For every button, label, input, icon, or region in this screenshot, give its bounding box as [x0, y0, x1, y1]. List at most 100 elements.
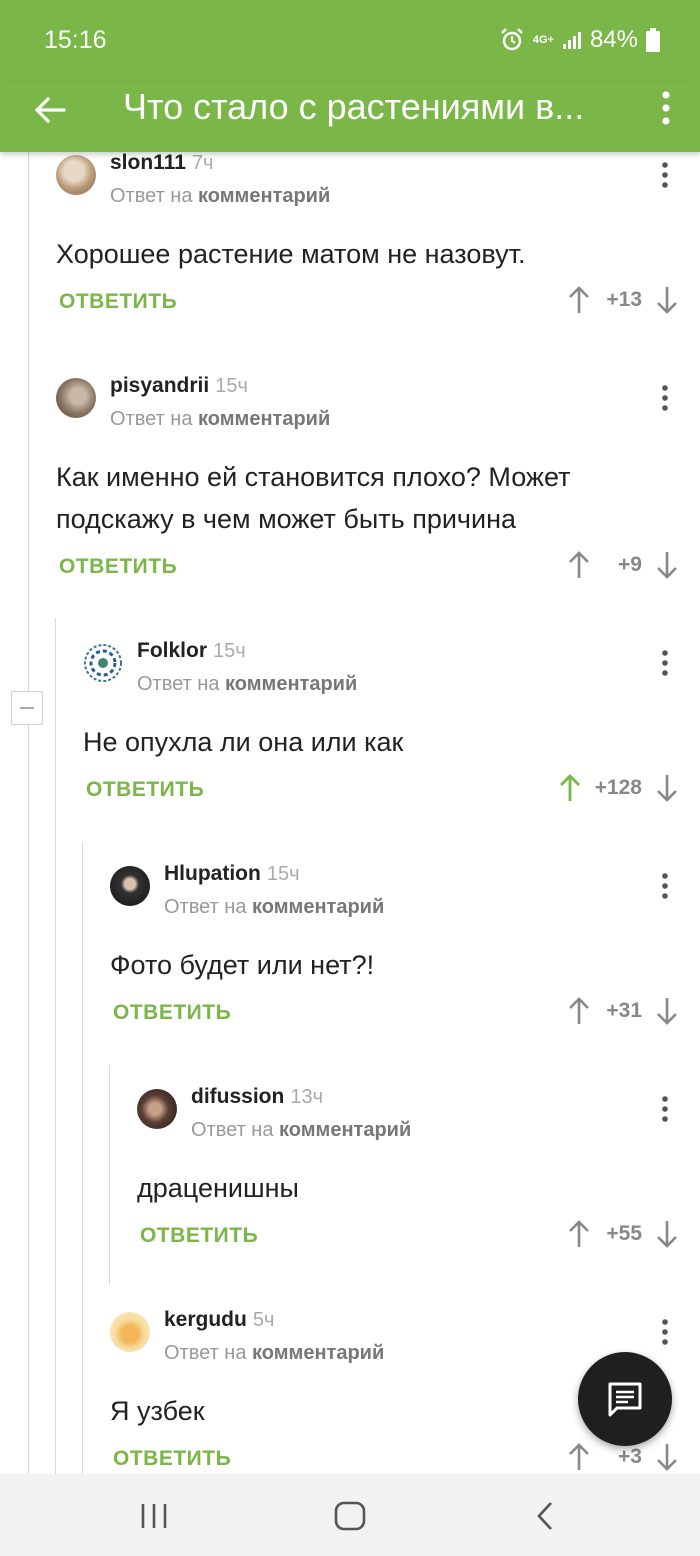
- comment-author[interactable]: slon111 7ч: [110, 151, 213, 175]
- recents-icon[interactable]: [136, 1498, 172, 1534]
- reply-to-link[interactable]: комментарий: [252, 1342, 384, 1364]
- vote-score: +13: [606, 288, 642, 311]
- comment-time: 15ч: [266, 863, 300, 885]
- battery-icon: [646, 28, 660, 52]
- vote-controls: +55: [568, 1219, 678, 1249]
- reply-button[interactable]: ОТВЕТИТЬ: [113, 1001, 231, 1025]
- vote-controls: +3: [568, 1442, 678, 1472]
- reply-to-link[interactable]: комментарий: [252, 896, 384, 918]
- upvote-arrow-icon[interactable]: [568, 285, 590, 315]
- upvote-arrow-icon[interactable]: [568, 550, 590, 580]
- comment-difussion: difussion 13ч Ответ на комментарий драцен…: [137, 1085, 700, 1259]
- thread-line-level4: [109, 1065, 110, 1285]
- vote-score: +9: [618, 553, 642, 576]
- vote-score: +31: [606, 999, 642, 1022]
- thread-line-level3: [82, 842, 83, 1474]
- status-icons: 4G+ 84%: [499, 26, 660, 54]
- comment-text: Я узбек: [110, 1396, 205, 1426]
- comment-menu-icon[interactable]: [660, 161, 670, 189]
- comment-text: Хорошее растение матом не назовут.: [56, 239, 526, 269]
- vote-score: +55: [606, 1222, 642, 1245]
- upvote-arrow-icon[interactable]: [559, 773, 581, 803]
- comment-author[interactable]: Hlupation 15ч: [164, 862, 300, 886]
- reply-button[interactable]: ОТВЕТИТЬ: [113, 1447, 231, 1471]
- comment-author[interactable]: difussion 13ч: [191, 1085, 323, 1109]
- avatar[interactable]: [137, 1089, 177, 1129]
- thread-line-level2: [55, 618, 56, 1474]
- reply-button[interactable]: ОТВЕТИТЬ: [86, 778, 204, 802]
- comment-text: драценишны: [137, 1173, 299, 1203]
- upvote-arrow-icon[interactable]: [568, 996, 590, 1026]
- battery-percent: 84%: [589, 26, 638, 53]
- comment-time: 15ч: [213, 640, 246, 662]
- upvote-arrow-icon[interactable]: [568, 1442, 590, 1472]
- downvote-arrow-icon[interactable]: [656, 1442, 678, 1472]
- comment-menu-icon[interactable]: [660, 872, 670, 900]
- more-vert-icon[interactable]: [660, 90, 672, 126]
- reply-to-link[interactable]: комментарий: [198, 408, 330, 430]
- reply-to-line: Ответ на комментарий: [191, 1119, 412, 1141]
- collapse-thread-button[interactable]: [11, 691, 43, 725]
- reply-button[interactable]: ОТВЕТИТЬ: [140, 1224, 258, 1248]
- downvote-arrow-icon[interactable]: [656, 285, 678, 315]
- avatar[interactable]: [110, 1312, 150, 1352]
- downvote-arrow-icon[interactable]: [656, 1219, 678, 1249]
- vote-controls: +9: [568, 550, 678, 580]
- status-time: 15:16: [44, 26, 107, 54]
- home-icon[interactable]: [332, 1498, 368, 1534]
- avatar[interactable]: [110, 866, 150, 906]
- comment-slon111: slon111 7ч Ответ на комментарий Хорошее р…: [56, 151, 700, 325]
- reply-button[interactable]: ОТВЕТИТЬ: [59, 555, 177, 579]
- reply-to-line: Ответ на комментарий: [164, 1342, 385, 1364]
- comment-menu-icon[interactable]: [660, 1318, 670, 1346]
- downvote-arrow-icon[interactable]: [656, 773, 678, 803]
- comment-pisyandrii: pisyandrii 15ч Ответ на комментарий Как и…: [56, 374, 700, 588]
- comment-icon: [608, 1382, 642, 1417]
- system-nav-bar: [0, 1474, 700, 1556]
- reply-button[interactable]: ОТВЕТИТЬ: [59, 290, 177, 314]
- page-title: Что стало с растениями в...: [123, 86, 585, 127]
- avatar[interactable]: [83, 643, 123, 683]
- comment-text: Не опухла ли она или как: [83, 727, 404, 757]
- back-arrow-icon[interactable]: [30, 90, 70, 130]
- vote-controls: +31: [568, 996, 678, 1026]
- back-icon[interactable]: [528, 1498, 564, 1534]
- thread-line-level1: [28, 152, 29, 1474]
- upvote-arrow-icon[interactable]: [568, 1219, 590, 1249]
- comment-author[interactable]: kergudu 5ч: [164, 1308, 274, 1332]
- vote-score: +128: [594, 776, 642, 799]
- comment-time: 15ч: [215, 375, 248, 397]
- status-bar: 15:16 4G+ 84%: [0, 0, 700, 82]
- alarm-icon: [500, 28, 523, 51]
- network-type: 4G+: [532, 34, 554, 46]
- reply-to-line: Ответ на комментарий: [110, 185, 331, 207]
- vote-score: +3: [618, 1445, 642, 1468]
- app-bar: Что стало с растениями в...: [0, 82, 700, 152]
- comment-time: 5ч: [252, 1309, 275, 1331]
- avatar[interactable]: [56, 378, 96, 418]
- reply-to-link[interactable]: комментарий: [198, 185, 330, 207]
- vote-controls: +13: [568, 285, 678, 315]
- reply-to-line: Ответ на комментарий: [110, 408, 331, 430]
- reply-to-line: Ответ на комментарий: [164, 896, 385, 918]
- comment-menu-icon[interactable]: [660, 384, 670, 412]
- downvote-arrow-icon[interactable]: [656, 550, 678, 580]
- comment-time: 13ч: [290, 1086, 324, 1108]
- downvote-arrow-icon[interactable]: [656, 996, 678, 1026]
- comment-text: Фото будет или нет?!: [110, 950, 375, 980]
- vote-controls: +128: [559, 773, 678, 803]
- comment-menu-icon[interactable]: [660, 649, 670, 677]
- comment-author[interactable]: Folklor 15ч: [137, 639, 246, 663]
- comment-folklor: Folklor 15ч Ответ на комментарий Не опухл…: [83, 639, 700, 813]
- signal-icon: [562, 32, 581, 49]
- add-comment-button[interactable]: [578, 1352, 672, 1446]
- comment-author[interactable]: pisyandrii 15ч: [110, 374, 248, 398]
- comment-menu-icon[interactable]: [660, 1095, 670, 1123]
- reply-to-link[interactable]: комментарий: [225, 673, 357, 695]
- comment-time: 7ч: [191, 152, 214, 174]
- reply-to-line: Ответ на комментарий: [137, 673, 358, 695]
- avatar[interactable]: [56, 155, 96, 195]
- comment-hlupation: Hlupation 15ч Ответ на комментарий Фото б…: [110, 862, 700, 1036]
- comment-text: Как именно ей становится плохо? Может под…: [56, 462, 571, 534]
- reply-to-link[interactable]: комментарий: [279, 1119, 411, 1141]
